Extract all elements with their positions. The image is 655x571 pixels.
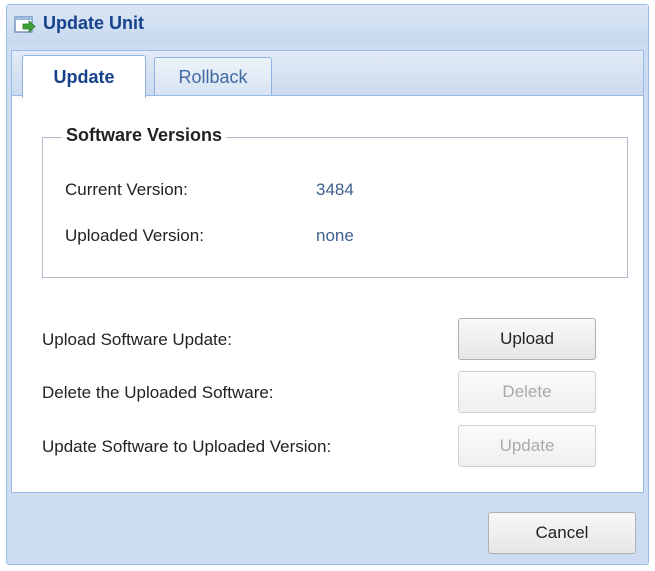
- update-software-label: Update Software to Uploaded Version:: [42, 437, 332, 456]
- tab-strip: Update Rollback: [11, 50, 644, 98]
- upload-button[interactable]: Upload: [458, 318, 596, 360]
- upload-software-label: Upload Software Update:: [42, 330, 232, 349]
- uploaded-version-value: none: [316, 226, 354, 245]
- software-versions-legend: Software Versions: [62, 125, 227, 146]
- uploaded-version-label: Uploaded Version:: [65, 226, 204, 245]
- tab-update[interactable]: Update: [22, 55, 146, 98]
- update-unit-dialog: Update Unit Update Rollback Software Ver…: [6, 4, 649, 565]
- update-tab-panel: Software Versions Current Version: 3484 …: [11, 95, 644, 493]
- current-version-value: 3484: [316, 180, 354, 199]
- current-version-label: Current Version:: [65, 180, 188, 199]
- delete-button[interactable]: Delete: [458, 371, 596, 413]
- dialog-title-bar: Update Unit: [7, 5, 648, 43]
- dialog-title: Update Unit: [43, 13, 144, 33]
- update-arrow-icon: [14, 15, 38, 35]
- software-versions-fieldset: Software Versions Current Version: 3484 …: [42, 125, 628, 278]
- delete-software-label: Delete the Uploaded Software:: [42, 383, 274, 402]
- update-button[interactable]: Update: [458, 425, 596, 467]
- tab-rollback[interactable]: Rollback: [154, 57, 272, 97]
- cancel-button[interactable]: Cancel: [488, 512, 636, 554]
